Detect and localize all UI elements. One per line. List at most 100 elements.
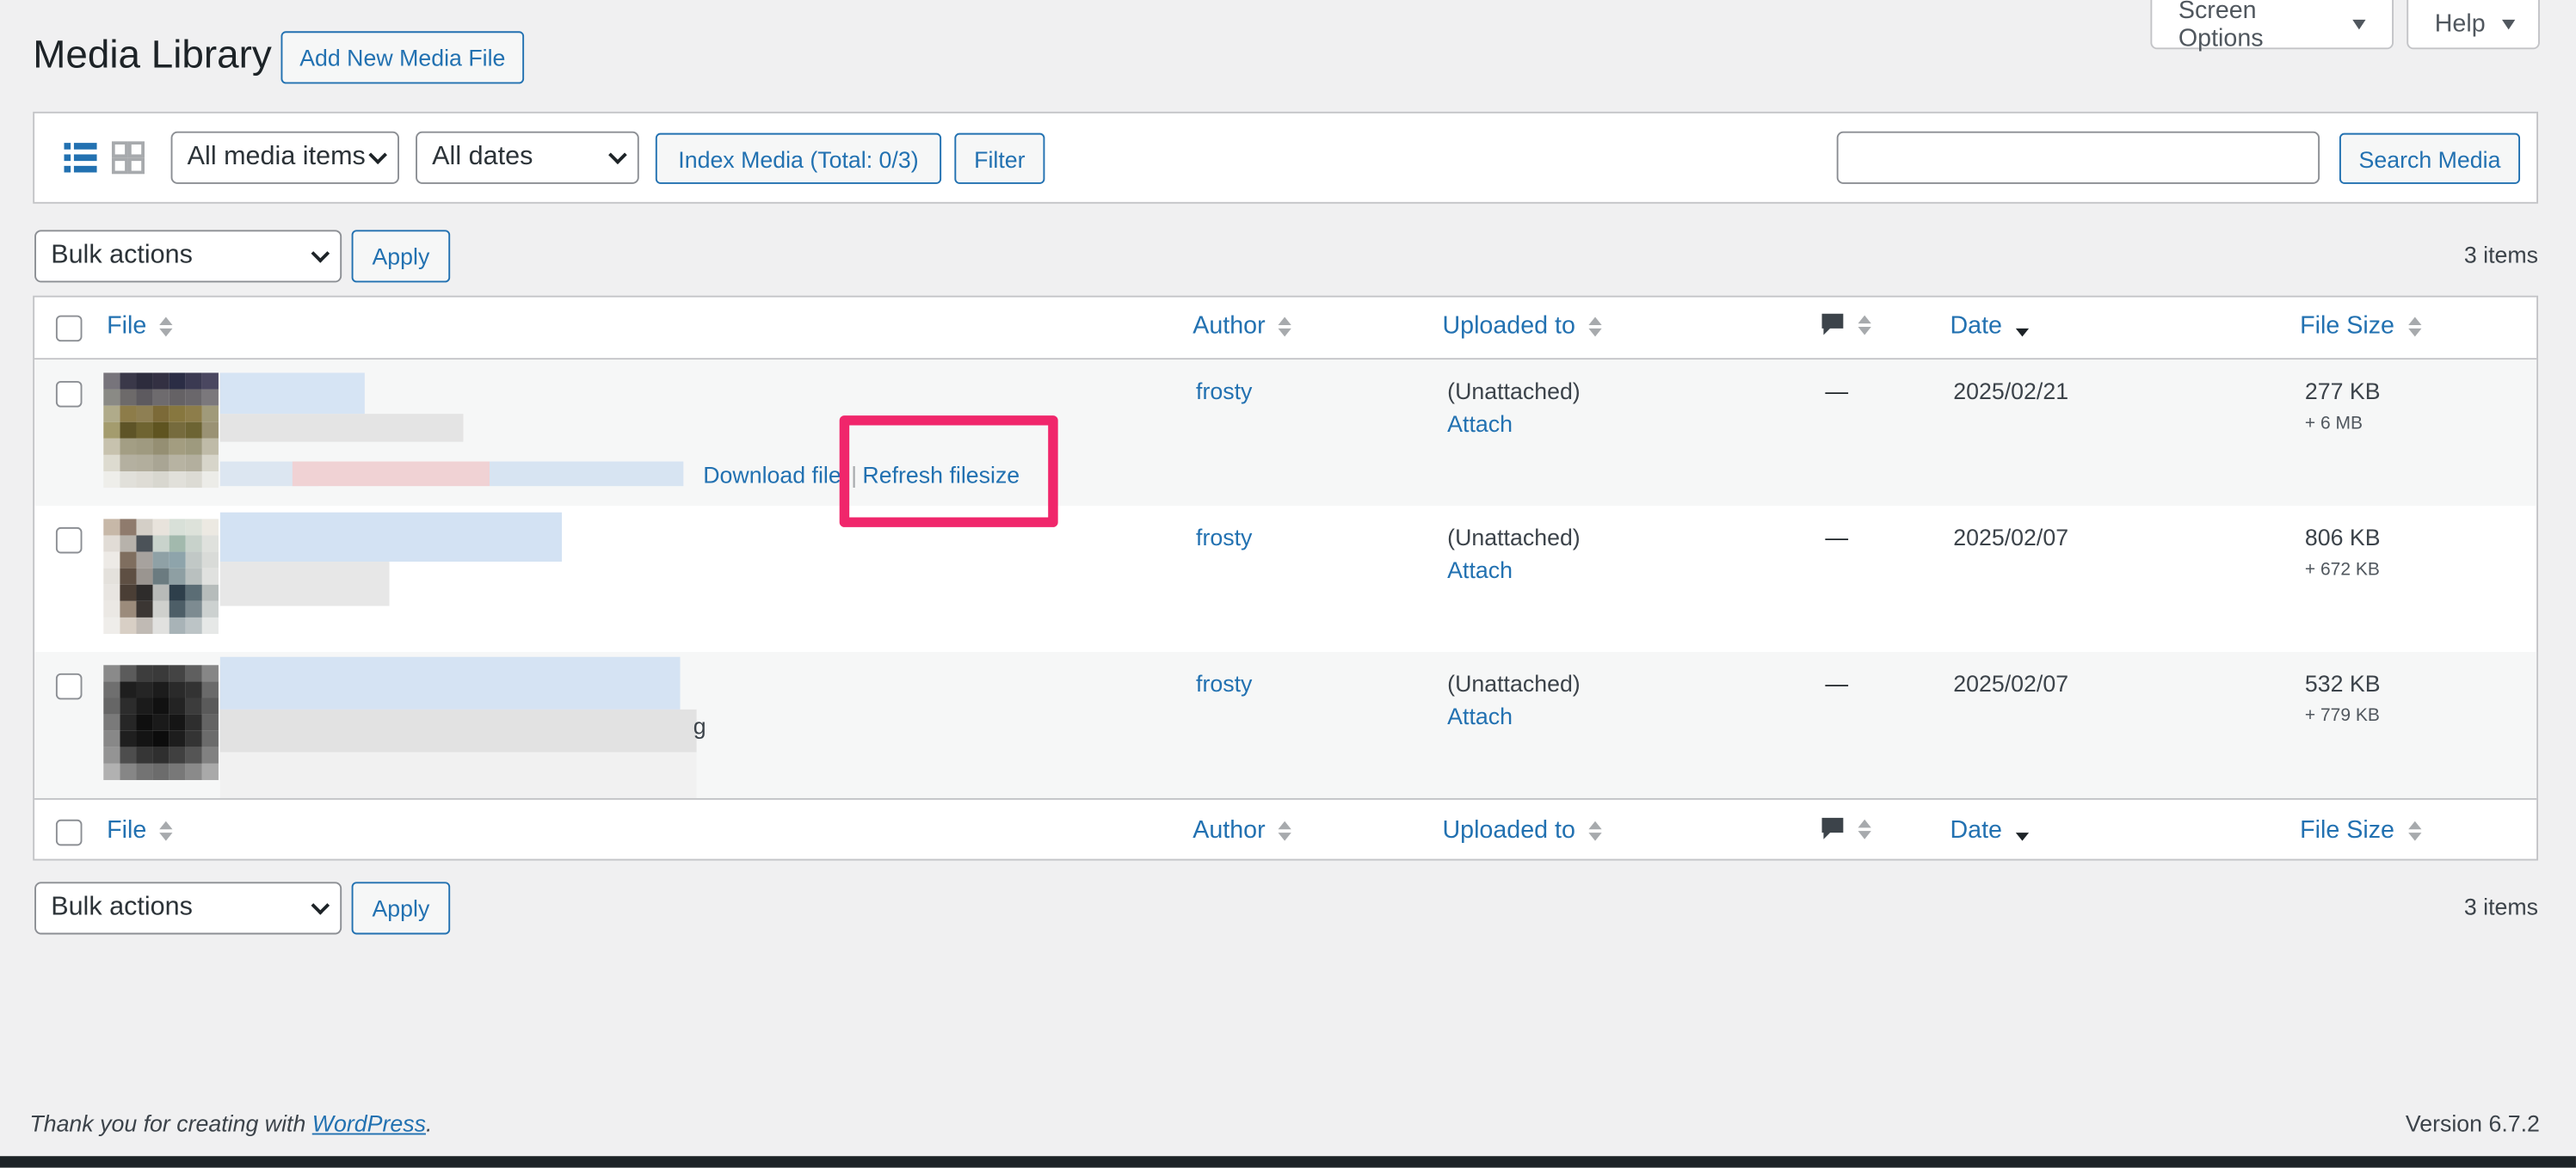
- wordpress-link[interactable]: WordPress: [312, 1110, 426, 1137]
- filename-redacted: [219, 752, 697, 798]
- wp-admin-media-library: Screen Options Help Media Library Add Ne…: [0, 0, 2576, 1168]
- attach-link[interactable]: Attach: [1447, 410, 1513, 437]
- column-file-label: File: [107, 815, 147, 845]
- file-size: 532 KB: [2304, 670, 2381, 697]
- search-media-button[interactable]: Search Media: [2339, 132, 2521, 184]
- search-media-input[interactable]: [1836, 131, 2320, 184]
- caret-down-icon: [2501, 18, 2516, 29]
- comment-count: —: [1825, 524, 1849, 550]
- column-author[interactable]: Author: [1192, 816, 1292, 844]
- uploaded-status: (Unattached): [1447, 524, 1581, 550]
- page-title: Media Library: [33, 33, 272, 77]
- chevron-down-icon: [368, 145, 387, 165]
- highlight-annotation-box: [839, 415, 1058, 527]
- grid-view-icon[interactable]: [111, 141, 145, 175]
- bulk-actions-value: Bulk actions: [51, 893, 193, 922]
- table-footer: File Author Uploaded to Date File Size: [34, 797, 2537, 861]
- filename-tail: g: [693, 712, 706, 740]
- list-view-icon[interactable]: [64, 141, 97, 174]
- row-checkbox[interactable]: [55, 673, 83, 700]
- upload-date: 2025/02/07: [1953, 524, 2069, 550]
- window-bottom-edge: [0, 1156, 2576, 1168]
- sort-icon: [1858, 819, 1871, 839]
- column-date-label: Date: [1950, 815, 2002, 845]
- action-link-redacted: [292, 461, 490, 487]
- column-date[interactable]: Date: [1950, 815, 2029, 845]
- uploaded-status: (Unattached): [1447, 670, 1581, 697]
- column-file[interactable]: File: [107, 312, 173, 340]
- sort-icon: [1588, 820, 1602, 840]
- author-link[interactable]: frosty: [1196, 378, 1252, 404]
- sort-icon: [2407, 316, 2421, 336]
- column-comments[interactable]: [1821, 312, 1871, 339]
- index-media-button[interactable]: Index Media (Total: 0/3): [655, 132, 942, 184]
- row-checkbox[interactable]: [55, 526, 83, 554]
- filter-button[interactable]: Filter: [954, 132, 1045, 184]
- help-button[interactable]: Help: [2407, 0, 2540, 50]
- sort-icon: [159, 316, 173, 336]
- column-uploaded-to-label: Uploaded to: [1442, 815, 1575, 845]
- screen-options-button[interactable]: Screen Options: [2150, 0, 2394, 52]
- upload-date: 2025/02/07: [1953, 670, 2069, 697]
- download-file-link[interactable]: Download file: [703, 462, 841, 489]
- column-author-label: Author: [1192, 311, 1266, 341]
- apply-button-bottom[interactable]: Apply: [351, 882, 451, 935]
- column-date[interactable]: Date: [1950, 311, 2029, 341]
- row-checkbox[interactable]: [55, 380, 83, 408]
- footer-thanks: Thank you for creating with WordPress.: [29, 1110, 433, 1137]
- column-file-label: File: [107, 311, 147, 341]
- comment-bubble-icon: [1821, 817, 1844, 839]
- media-type-select[interactable]: All media items: [170, 131, 399, 184]
- bulk-actions-select-bottom[interactable]: Bulk actions: [34, 882, 342, 935]
- chevron-down-icon: [311, 244, 330, 263]
- column-file-size-label: File Size: [2300, 815, 2395, 845]
- sort-icon: [2407, 820, 2421, 840]
- add-new-media-button[interactable]: Add New Media File: [280, 31, 525, 84]
- upload-date: 2025/02/21: [1953, 378, 2069, 404]
- comment-bubble-icon: [1821, 313, 1844, 335]
- media-thumbnail[interactable]: [103, 665, 219, 780]
- attach-link[interactable]: Attach: [1447, 556, 1513, 583]
- media-filter-bar: All media items All dates Index Media (T…: [33, 111, 2539, 204]
- filename-redacted: [219, 656, 681, 710]
- column-uploaded-to[interactable]: Uploaded to: [1442, 311, 1602, 341]
- filename-redacted: [219, 512, 563, 562]
- column-author[interactable]: Author: [1192, 311, 1292, 341]
- extra-file-size: + 672 KB: [2304, 560, 2380, 581]
- file-size: 277 KB: [2304, 378, 2381, 404]
- media-thumbnail[interactable]: [103, 372, 219, 489]
- attach-link[interactable]: Attach: [1447, 703, 1513, 729]
- author-link[interactable]: frosty: [1196, 524, 1252, 550]
- column-file-size[interactable]: File Size: [2300, 815, 2421, 845]
- author-link[interactable]: frosty: [1196, 670, 1252, 697]
- column-file-size-label: File Size: [2300, 311, 2395, 341]
- column-file[interactable]: File: [107, 816, 173, 844]
- date-filter-select[interactable]: All dates: [416, 131, 639, 184]
- file-size: 806 KB: [2304, 524, 2381, 550]
- apply-button-top[interactable]: Apply: [351, 230, 451, 283]
- filename-redacted: [219, 414, 464, 442]
- column-date-label: Date: [1950, 311, 2002, 341]
- sort-icon: [1858, 315, 1871, 335]
- comment-count: —: [1825, 378, 1849, 404]
- chevron-down-icon: [311, 896, 330, 915]
- select-all-checkbox[interactable]: [55, 315, 83, 342]
- media-table: File Author Uploaded to Date File Size D…: [33, 295, 2539, 861]
- column-uploaded-to-label: Uploaded to: [1442, 311, 1575, 341]
- select-all-checkbox-bottom[interactable]: [55, 819, 83, 846]
- filename-redacted: [219, 709, 697, 753]
- items-count-top: 3 items: [2463, 241, 2539, 268]
- items-count-bottom: 3 items: [2463, 893, 2539, 920]
- column-comments[interactable]: [1821, 816, 1871, 843]
- table-row: frosty (Unattached) Attach — 2025/02/07 …: [34, 506, 2536, 652]
- bulk-actions-select-top[interactable]: Bulk actions: [34, 230, 342, 283]
- screen-options-label: Screen Options: [2178, 0, 2264, 52]
- comment-count: —: [1825, 670, 1849, 697]
- media-thumbnail[interactable]: [103, 519, 219, 635]
- sort-icon: [1588, 316, 1602, 336]
- date-filter-value: All dates: [432, 143, 533, 171]
- uploaded-status: (Unattached): [1447, 378, 1581, 404]
- column-file-size[interactable]: File Size: [2300, 311, 2421, 341]
- table-header: File Author Uploaded to Date File Size: [34, 298, 2537, 360]
- column-uploaded-to[interactable]: Uploaded to: [1442, 815, 1602, 845]
